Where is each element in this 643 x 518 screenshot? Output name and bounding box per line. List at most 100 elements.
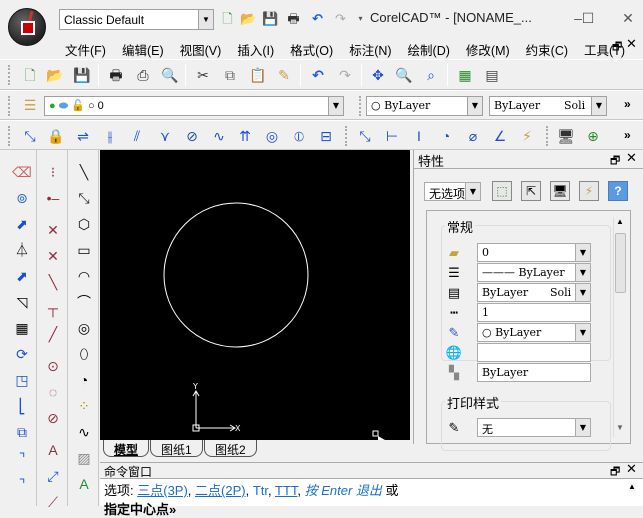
prop-transparency-field[interactable]: ByLayer xyxy=(477,363,591,382)
cmd-close-icon[interactable]: ✕ xyxy=(626,461,637,477)
print-preview-icon[interactable]: ⎙ xyxy=(133,65,153,85)
chamfer-icon[interactable]: ⌝ xyxy=(12,474,32,494)
parallel-constraint-icon[interactable]: ⇌ xyxy=(73,126,93,146)
close-button[interactable]: ✕ xyxy=(618,8,638,28)
select-objects-icon[interactable]: ⇱ xyxy=(521,181,541,201)
menu-insert[interactable]: 插入(I) xyxy=(232,38,279,61)
chevron-down-icon[interactable]: ▼ xyxy=(575,244,590,261)
offset-icon[interactable]: ◹ xyxy=(12,292,32,312)
scale-icon[interactable]: ⬈ xyxy=(12,266,32,286)
scroll-down-icon[interactable]: ▼ xyxy=(616,423,624,432)
toolbar-grip[interactable] xyxy=(546,126,549,146)
erase-icon[interactable]: ⌫ xyxy=(12,162,32,182)
collinear-constraint-icon[interactable]: ⫽ xyxy=(127,126,147,146)
menu-format[interactable]: 格式(O) xyxy=(285,38,338,61)
paste-icon[interactable]: 📋 xyxy=(248,65,268,85)
snap-parallel-icon[interactable]: ╱ xyxy=(43,324,63,344)
new-icon[interactable]: 🗋 xyxy=(20,65,40,85)
toolbar-grip[interactable] xyxy=(359,96,362,116)
fillet-icon[interactable]: ⌝ xyxy=(12,448,32,468)
chevron-down-icon[interactable]: ▼ xyxy=(328,97,343,115)
snap-insertion-icon[interactable]: A xyxy=(43,440,63,460)
selection-select[interactable]: 无选项 ▼ xyxy=(424,182,481,201)
chevron-down-icon[interactable]: ▼ xyxy=(591,97,606,115)
point-icon[interactable]: ⁘ xyxy=(74,396,94,416)
chevron-down-icon[interactable]: ▼ xyxy=(465,183,480,200)
maximize-button[interactable]: ☐ xyxy=(578,8,598,28)
circle-icon[interactable]: ◎ xyxy=(74,318,94,338)
menu-view[interactable]: 视图(V) xyxy=(175,38,227,61)
elliptical-arc-icon[interactable]: ◔ xyxy=(74,370,94,390)
properties-icon[interactable]: ▤ xyxy=(482,65,502,85)
prop-layer-select[interactable]: 0 ▼ xyxy=(477,243,591,262)
menu-draw[interactable]: 绘制(D) xyxy=(403,38,455,61)
redo-icon[interactable]: ↷ xyxy=(332,10,349,27)
mdi-restore-icon[interactable]: 🗗 xyxy=(612,38,622,57)
snap-midpoint-icon[interactable]: •– xyxy=(43,188,63,208)
menu-edit[interactable]: 编辑(E) xyxy=(117,38,169,61)
auto-constrain-icon[interactable]: ⚡ xyxy=(517,126,537,146)
drawing-canvas[interactable]: Y X xyxy=(100,150,410,440)
arc-icon[interactable]: ◠ xyxy=(74,266,94,286)
command-output[interactable]: 选项: 三点(3P), 二点(2P), Ttr, TTT, 按 Enter 退出… xyxy=(100,479,643,517)
snap-extension-icon[interactable]: ⤢ xyxy=(43,466,63,486)
toolbar-overflow-icon[interactable]: » xyxy=(624,97,631,111)
angular-constraint-icon[interactable]: ∠ xyxy=(490,126,510,146)
select-icon[interactable]: 🖥 xyxy=(556,126,576,146)
prop-print-style-select[interactable]: 无 ▼ xyxy=(477,418,591,437)
snap-center-icon[interactable]: ⊙ xyxy=(43,356,63,376)
undo-icon[interactable]: ↶ xyxy=(309,10,326,27)
quick-select-icon[interactable]: ⬚ xyxy=(492,181,512,201)
undo-icon[interactable]: ↶ xyxy=(308,65,328,85)
open-folder-icon[interactable]: 📂 xyxy=(240,10,257,27)
color-select[interactable]: ○ ByLayer ▼ xyxy=(366,96,483,116)
snap-apparent-intersection-icon[interactable]: ✕ xyxy=(43,246,63,266)
tangent-constraint-icon[interactable]: ⊘ xyxy=(182,126,202,146)
customize-quick-access-icon[interactable]: ▾ xyxy=(352,10,369,27)
chevron-down-icon[interactable]: ▼ xyxy=(467,97,482,115)
snap-intersection-icon[interactable]: ✕ xyxy=(43,220,63,240)
print-icon[interactable]: 🖶 xyxy=(106,65,126,85)
spline-icon[interactable]: ∿ xyxy=(74,422,94,442)
cut-icon[interactable]: ✂ xyxy=(193,65,213,85)
toolbar-overflow-icon[interactable]: » xyxy=(624,128,631,142)
snap-perpendicular-icon[interactable]: ┬ xyxy=(43,298,63,318)
help-icon[interactable]: ? xyxy=(608,181,628,201)
stretch-icon[interactable]: ◳ xyxy=(12,370,32,390)
match-properties-icon[interactable]: ✎ xyxy=(274,65,294,85)
zoom-realtime-icon[interactable]: 🔍 xyxy=(394,65,414,85)
snap-nearest-icon[interactable]: ╲ xyxy=(43,272,63,292)
mirror-icon[interactable]: ⏃ xyxy=(12,240,32,260)
rectangle-icon[interactable]: ▭ xyxy=(74,240,94,260)
prop-hyperlink-field[interactable] xyxy=(477,343,591,362)
toolbar-grip[interactable] xyxy=(345,126,348,146)
zoom-previous-icon[interactable]: ⌕ xyxy=(421,65,441,85)
cmd-option-2p[interactable]: 二点(2P) xyxy=(195,483,246,498)
chevron-down-icon[interactable]: ▼ xyxy=(575,264,590,281)
snap-endpoint-icon[interactable]: ⁝ xyxy=(43,162,63,182)
infinite-line-icon[interactable]: ⤡ xyxy=(74,188,94,208)
cmd-option-3p[interactable]: 三点(3P) xyxy=(137,483,188,498)
layers-manager-icon[interactable]: ▦ xyxy=(455,65,475,85)
linestyle-select[interactable]: ByLayer Soli ▼ xyxy=(489,96,607,116)
lengthen-icon[interactable]: ⎣ xyxy=(12,396,32,416)
chevron-down-icon[interactable]: ▼ xyxy=(575,324,590,341)
tab-layout2[interactable]: 图纸2 xyxy=(204,440,257,457)
toolbar-grip[interactable] xyxy=(8,65,11,85)
save-icon[interactable]: 💾 xyxy=(262,10,279,27)
ellipse-icon[interactable]: ⬯ xyxy=(74,344,94,364)
cmd-scroll-up-icon[interactable]: ▲ xyxy=(628,482,636,491)
equal-constraint-icon[interactable]: ⊟ xyxy=(316,126,336,146)
align-icon[interactable]: ⧉ xyxy=(12,422,32,442)
copy-object-icon[interactable]: ⊚ xyxy=(12,188,32,208)
save-icon[interactable]: 💾 xyxy=(72,65,92,85)
toolbar-grip[interactable] xyxy=(8,96,11,116)
open-icon[interactable]: 📂 xyxy=(45,65,65,85)
tab-model[interactable]: 模型 xyxy=(103,440,150,457)
angle-constraint-icon[interactable]: ⋎ xyxy=(155,126,175,146)
workspace-select[interactable]: Classic Default ▼ xyxy=(59,9,214,30)
cmd-option-ttr[interactable]: Ttr xyxy=(253,483,268,498)
cmd-option-ttt[interactable]: TTT xyxy=(275,483,297,498)
scroll-up-icon[interactable]: ▲ xyxy=(616,217,624,226)
menu-constraints[interactable]: 约束(C) xyxy=(521,38,573,61)
